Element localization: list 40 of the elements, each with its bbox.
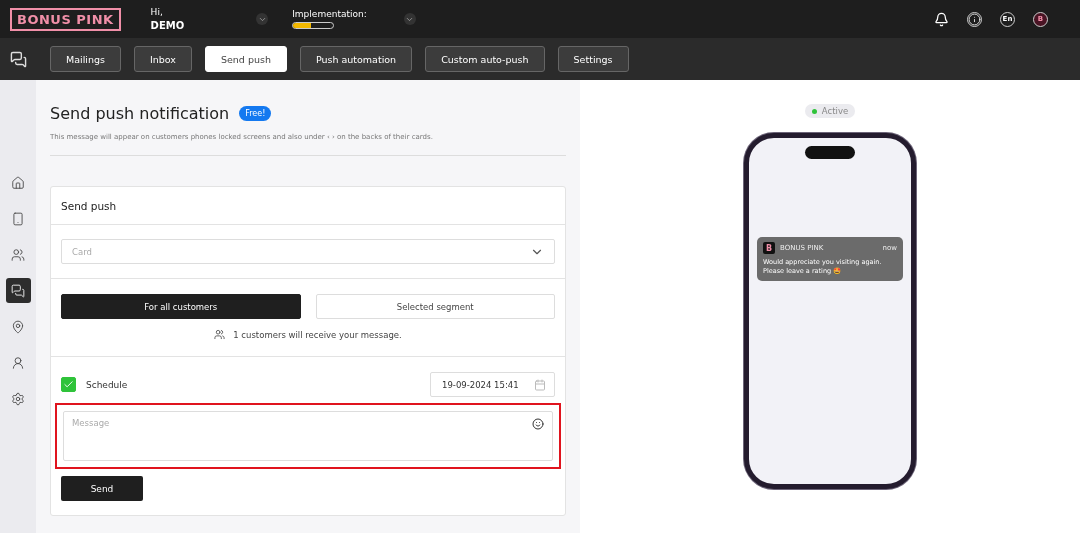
schedule-label: Schedule: [86, 379, 128, 390]
users-icon: [11, 247, 25, 262]
users-icon: [214, 329, 226, 340]
pin-icon: [11, 319, 25, 334]
implementation-label: Implementation:: [292, 9, 367, 19]
nav-tab[interactable]: Push automation: [299, 46, 413, 72]
check-icon: [63, 379, 74, 390]
app-icon: B: [763, 242, 775, 254]
dynamic-island: [805, 146, 855, 159]
emoji-icon[interactable]: [532, 418, 544, 430]
card-title: Send push: [61, 199, 117, 212]
nav-tab[interactable]: Send push: [204, 46, 287, 72]
user-name: DEMO: [150, 19, 185, 32]
free-badge: Free!: [239, 106, 272, 121]
audience-option[interactable]: For all customers: [61, 294, 301, 319]
date-field[interactable]: 19-09-2024 15:41: [430, 372, 555, 397]
chevron-down-icon[interactable]: [256, 13, 269, 25]
bell-icon[interactable]: [934, 11, 949, 27]
nav-tab[interactable]: Mailings: [50, 46, 121, 72]
page-title: Send push notification: [50, 104, 230, 123]
nav-tab[interactable]: Settings: [557, 46, 629, 72]
info-icon[interactable]: [967, 11, 982, 27]
nav-tab[interactable]: Custom auto-push: [425, 46, 545, 72]
chat-nav-button[interactable]: [5, 278, 31, 303]
recipients-info: 1 customers will receive your message.: [233, 329, 402, 340]
audience-option[interactable]: Selected segment: [315, 294, 555, 319]
nav-tab[interactable]: Inbox: [133, 46, 192, 72]
phone-icon: [11, 211, 25, 226]
send-button[interactable]: Send: [61, 476, 143, 501]
schedule-checkbox[interactable]: [61, 377, 76, 392]
brand-logo: BONUS PINK: [10, 7, 121, 31]
user-icon: [11, 355, 25, 370]
chat-icon: [10, 50, 27, 68]
status-label: Active: [821, 106, 849, 116]
calendar-icon: [534, 378, 546, 391]
settings-icon: [11, 391, 25, 406]
home-icon: [11, 175, 25, 190]
greeting-text: Hi,: [150, 6, 164, 19]
chevron-down-icon[interactable]: [403, 13, 416, 25]
chat-icon: [11, 283, 25, 298]
